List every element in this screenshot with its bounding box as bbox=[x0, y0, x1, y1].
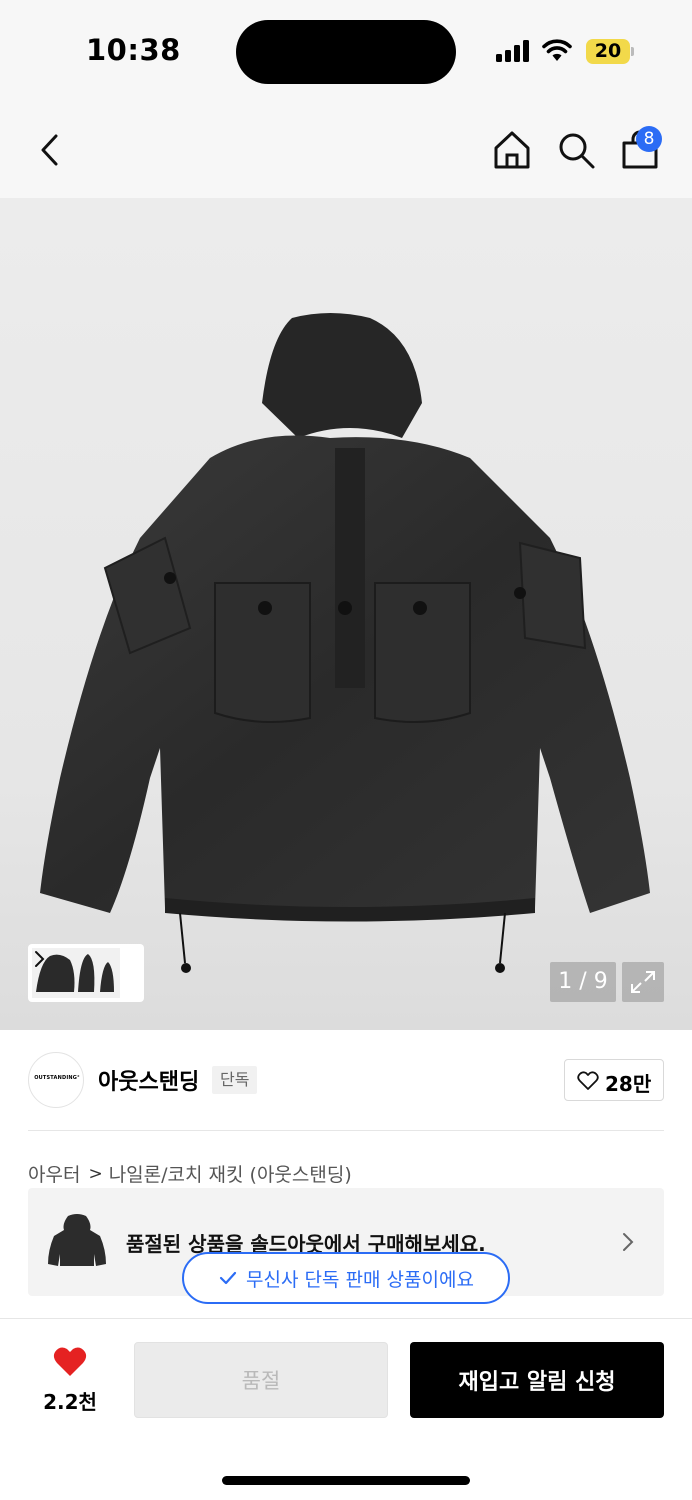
status-bar: 10:38 20 bbox=[0, 0, 692, 100]
heart-filled-icon[interactable] bbox=[52, 1346, 88, 1378]
exclusive-sale-badge: 무신사 단독 판매 상품이에요 bbox=[182, 1252, 510, 1304]
cart-count-badge: 8 bbox=[636, 126, 662, 152]
breadcrumb-subcategory[interactable]: 나일론/코치 재킷 (아웃스탠딩) bbox=[109, 1160, 352, 1187]
brand-name[interactable]: 아웃스탠딩 bbox=[98, 1064, 199, 1096]
image-page-indicator: 1 / 9 bbox=[550, 962, 616, 1002]
product-like-count: 2.2천 bbox=[43, 1390, 97, 1414]
chevron-right-icon bbox=[623, 1233, 634, 1251]
soldout-button: 품절 bbox=[134, 1342, 388, 1418]
thumbnail-strip[interactable] bbox=[28, 944, 144, 1002]
expand-icon[interactable] bbox=[622, 962, 664, 1002]
brand-like-button[interactable]: 28만 bbox=[564, 1059, 664, 1101]
heart-outline-icon bbox=[577, 1071, 599, 1090]
search-icon[interactable] bbox=[554, 128, 598, 172]
dynamic-island bbox=[236, 20, 456, 84]
battery-icon: 20 bbox=[586, 39, 634, 64]
exclusive-tag: 단독 bbox=[212, 1066, 258, 1094]
product-image-gallery[interactable]: 1 / 9 bbox=[0, 198, 692, 1030]
brand-logo-text: OUTSTANDING° bbox=[34, 1075, 80, 1081]
home-icon[interactable] bbox=[490, 128, 534, 172]
breadcrumb-category[interactable]: 아우터 bbox=[28, 1160, 80, 1187]
breadcrumb: 아우터 > 나일론/코치 재킷 (아웃스탠딩) bbox=[28, 1160, 352, 1187]
home-indicator bbox=[222, 1476, 470, 1485]
battery-level: 20 bbox=[594, 40, 622, 62]
cellular-signal-icon bbox=[496, 40, 529, 62]
back-arrow-icon[interactable] bbox=[28, 128, 72, 172]
check-icon bbox=[219, 1271, 237, 1285]
bottom-bar-divider bbox=[0, 1318, 692, 1319]
product-jacket-image bbox=[40, 313, 650, 973]
breadcrumb-separator: > bbox=[88, 1163, 103, 1184]
section-divider bbox=[28, 1130, 664, 1131]
chevron-right-icon bbox=[35, 951, 45, 967]
wifi-icon bbox=[542, 39, 572, 61]
restock-alert-button[interactable]: 재입고 알림 신청 bbox=[410, 1342, 664, 1418]
top-navigation bbox=[0, 100, 692, 198]
brand-logo[interactable]: OUTSTANDING° bbox=[28, 1052, 84, 1108]
soldout-product-thumbnail bbox=[48, 1214, 106, 1266]
brand-like-count: 28만 bbox=[605, 1072, 652, 1096]
status-time: 10:38 bbox=[86, 33, 181, 67]
exclusive-sale-text: 무신사 단독 판매 상품이에요 bbox=[246, 1268, 474, 1291]
